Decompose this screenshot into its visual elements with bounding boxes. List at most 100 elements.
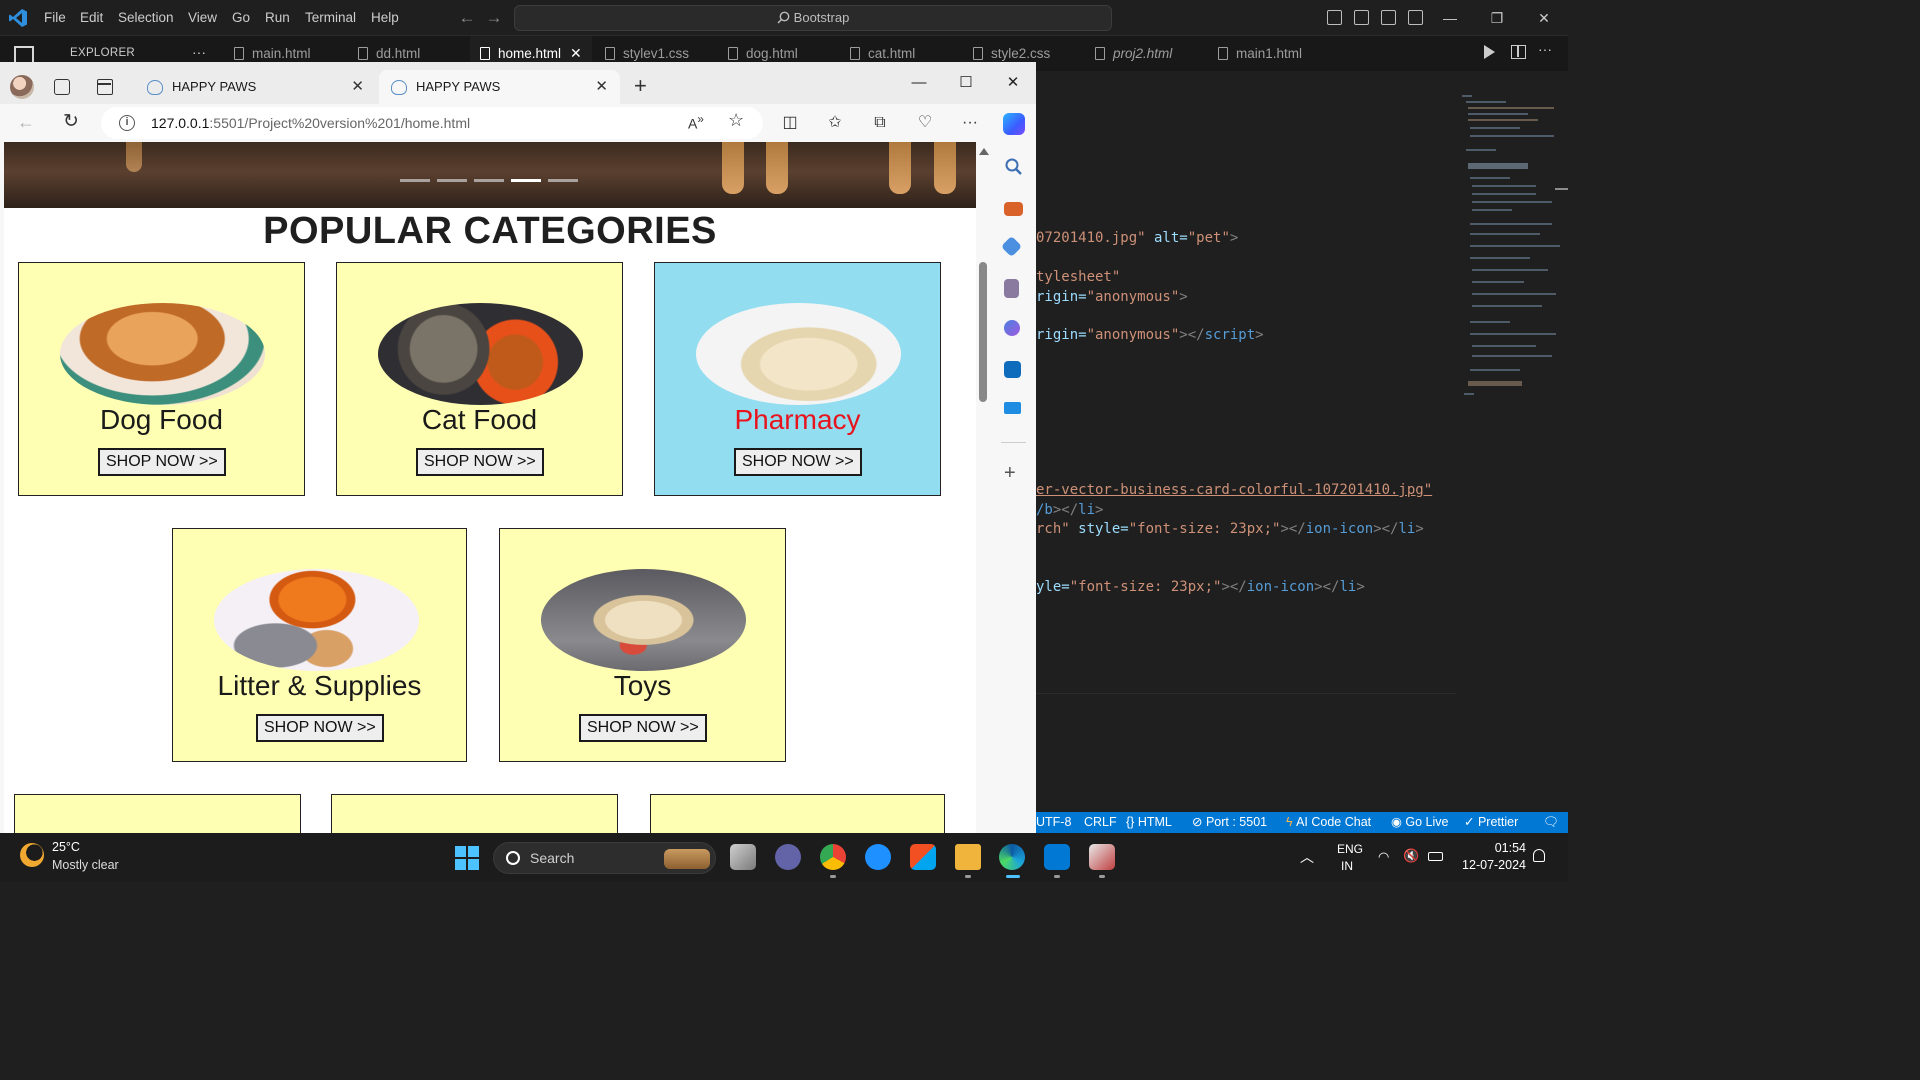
notifications-icon[interactable]: 🗨 (1543, 812, 1559, 833)
nav-back-icon[interactable]: ← (457, 8, 477, 28)
category-card-cat-food[interactable]: Cat Food SHOP NOW >> (336, 262, 623, 496)
battery-icon[interactable] (1428, 852, 1443, 861)
category-card-pharmacy[interactable]: Pharmacy SHOP NOW >> (654, 262, 941, 496)
refresh-icon[interactable]: ↻ (63, 110, 79, 133)
split-editor-icon[interactable] (1511, 45, 1526, 59)
carousel-indicator[interactable] (474, 179, 504, 182)
scrollbar-thumb[interactable] (979, 262, 987, 402)
collections-icon[interactable]: ⧉ (871, 114, 889, 132)
edge-icon[interactable] (999, 844, 1025, 870)
carousel-indicator[interactable] (511, 179, 541, 182)
status-ai-chat[interactable]: ϟ AI Code Chat (1286, 812, 1371, 833)
page-scrollbar[interactable] (976, 142, 991, 833)
tab-main1-html[interactable]: main1.html (1218, 36, 1302, 71)
tab-actions-icon[interactable] (97, 79, 113, 95)
copilot-icon[interactable] (1003, 113, 1025, 135)
games-icon[interactable] (1004, 279, 1019, 298)
favorites-icon[interactable]: ✩ (826, 114, 844, 132)
shop-now-button[interactable]: SHOP NOW >> (734, 448, 862, 476)
weather-temperature[interactable]: 25°C (52, 840, 80, 854)
address-bar[interactable]: i 127.0.0.1:5501/Project%20version%201/h… (101, 107, 763, 139)
carousel-indicator[interactable] (548, 179, 578, 182)
snipping-tool-icon[interactable] (1089, 844, 1115, 870)
favorite-star-icon[interactable]: ☆ (728, 110, 744, 131)
category-card-partial[interactable] (650, 794, 945, 833)
menu-selection[interactable]: Selection (118, 0, 174, 36)
status-encoding[interactable]: UTF-8 (1036, 812, 1071, 833)
toggle-panel-icon[interactable] (1354, 10, 1369, 25)
clock-date[interactable]: 12-07-2024 (1458, 858, 1526, 872)
close-icon[interactable]: ✕ (990, 68, 1036, 98)
language-code[interactable]: ENG (1337, 842, 1363, 856)
category-card-partial[interactable] (331, 794, 618, 833)
command-center-search[interactable]: Bootstrap (514, 5, 1112, 31)
run-icon[interactable] (1484, 45, 1495, 59)
menu-terminal[interactable]: Terminal (305, 0, 356, 36)
new-tab-icon[interactable]: + (634, 72, 647, 100)
help-icon[interactable] (865, 844, 891, 870)
url-text[interactable]: 127.0.0.1:5501/Project%20version%201/hom… (151, 107, 470, 139)
status-eol[interactable]: CRLF (1084, 812, 1117, 833)
customize-layout-icon[interactable] (1408, 10, 1423, 25)
more-actions-icon[interactable]: ··· (1538, 41, 1552, 57)
category-card-litter-supplies[interactable]: Litter & Supplies SHOP NOW >> (172, 528, 467, 762)
tab-close-icon[interactable]: ✕ (595, 70, 608, 104)
shopping-tag-icon[interactable] (1000, 235, 1023, 258)
restore-icon[interactable]: ❐ (1474, 0, 1520, 36)
toggle-sidebar-icon[interactable] (1327, 10, 1342, 25)
weather-description[interactable]: Mostly clear (52, 858, 119, 872)
tab-close-icon[interactable]: ✕ (351, 70, 364, 104)
status-prettier[interactable]: ✓ Prettier (1464, 812, 1518, 833)
search-icon[interactable] (1004, 157, 1023, 176)
volume-muted-icon[interactable]: 🔇 (1403, 848, 1419, 864)
status-go-live[interactable]: ◉ Go Live (1391, 812, 1448, 833)
menu-go[interactable]: Go (232, 0, 250, 36)
minimize-icon[interactable]: — (1427, 0, 1473, 36)
status-port[interactable]: ⊘ Port : 5501 (1192, 812, 1267, 833)
back-arrow-icon[interactable]: ← (17, 112, 35, 133)
menu-file[interactable]: File (44, 0, 66, 36)
moon-weather-icon[interactable] (20, 843, 44, 867)
menu-view[interactable]: View (188, 0, 217, 36)
notification-bell-icon[interactable] (1533, 849, 1545, 862)
chrome-icon[interactable] (820, 844, 846, 870)
shop-now-button[interactable]: SHOP NOW >> (579, 714, 707, 742)
file-explorer-icon[interactable] (955, 844, 981, 870)
browser-tab-2[interactable]: HAPPY PAWS ✕ (379, 70, 620, 104)
scroll-up-arrow-icon[interactable] (979, 148, 989, 155)
explorer-icon[interactable] (14, 46, 34, 62)
browser-essentials-icon[interactable]: ♡ (916, 114, 934, 132)
shop-now-button[interactable]: SHOP NOW >> (256, 714, 384, 742)
carousel-indicator[interactable] (400, 179, 430, 182)
profile-avatar[interactable] (10, 75, 34, 99)
menu-edit[interactable]: Edit (80, 0, 103, 36)
vscode-icon[interactable] (1044, 844, 1070, 870)
menu-run[interactable]: Run (265, 0, 290, 36)
drop-icon[interactable] (1004, 402, 1021, 414)
microsoft-store-icon[interactable] (910, 844, 936, 870)
add-sidebar-app-icon[interactable]: + (1004, 462, 1016, 485)
language-region[interactable]: IN (1341, 859, 1353, 873)
shop-now-button[interactable]: SHOP NOW >> (416, 448, 544, 476)
teams-meet-icon[interactable] (775, 844, 801, 870)
microsoft-365-icon[interactable] (1004, 320, 1020, 336)
site-info-icon[interactable]: i (119, 115, 135, 131)
start-button[interactable] (455, 846, 479, 870)
settings-more-icon[interactable]: ··· (961, 114, 979, 132)
nav-forward-icon[interactable]: → (484, 8, 504, 28)
shop-now-button[interactable]: SHOP NOW >> (98, 448, 226, 476)
browser-tab-1[interactable]: HAPPY PAWS ✕ (135, 70, 376, 104)
task-view-icon[interactable] (730, 844, 756, 870)
split-screen-icon[interactable]: ◫ (781, 114, 799, 132)
chevron-up-icon[interactable]: ︿ (1300, 847, 1314, 867)
tab-proj2-html[interactable]: proj2.html (1095, 36, 1172, 71)
maximize-icon[interactable]: ☐ (943, 68, 989, 98)
read-aloud-icon[interactable]: A» (688, 113, 704, 132)
toggle-secondary-sidebar-icon[interactable] (1381, 10, 1396, 25)
category-card-partial[interactable] (14, 794, 301, 833)
clock-time[interactable]: 01:54 (1490, 841, 1526, 855)
minimize-icon[interactable]: — (896, 68, 942, 98)
taskbar-search[interactable]: Search (493, 842, 716, 874)
minimap[interactable] (1460, 93, 1560, 403)
status-language[interactable]: {} HTML (1126, 812, 1172, 833)
